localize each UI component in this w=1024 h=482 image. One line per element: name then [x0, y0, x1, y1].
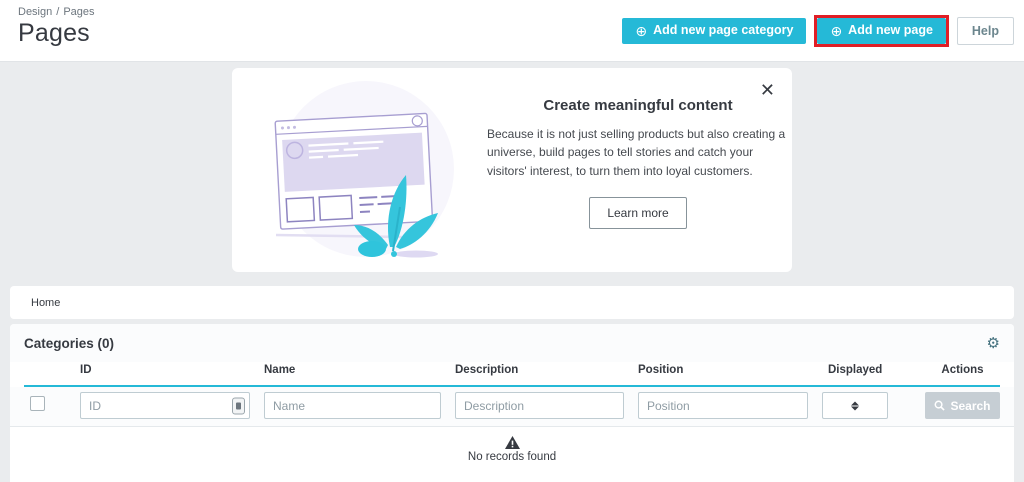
search-icon [934, 400, 945, 411]
empty-state: No records found [10, 427, 1014, 463]
select-all-checkbox[interactable] [30, 396, 45, 411]
search-button-label: Search [950, 399, 990, 413]
breadcrumb-current: Pages [63, 6, 94, 18]
add-new-page-category-button[interactable]: ⊕ Add new page category [622, 18, 806, 44]
header-actions: ⊕ Add new page category ⊕ Add new page H… [622, 17, 1014, 45]
filter-row-wrap: Search [10, 387, 1014, 427]
add-new-page-label: Add new page [848, 24, 933, 38]
add-new-page-button[interactable]: ⊕ Add new page [817, 18, 945, 44]
notice-content: Create meaningful content Because it is … [469, 97, 825, 244]
close-icon[interactable]: ✕ [760, 83, 775, 97]
position-filter-input[interactable] [638, 392, 808, 419]
categories-panel-title: Categories (0) [24, 336, 114, 351]
description-filter-input[interactable] [455, 392, 624, 419]
notice-title: Create meaningful content [487, 97, 789, 114]
column-header-actions: Actions [925, 364, 1000, 376]
displayed-filter-select[interactable] [822, 392, 888, 419]
id-filter-input[interactable] [80, 392, 250, 419]
home-label: Home [31, 297, 60, 309]
page-header: Design/Pages Pages ⊕ Add new page catego… [0, 0, 1024, 62]
column-header-id: ID [80, 364, 264, 376]
category-tree-home-item[interactable]: Home [10, 286, 1014, 319]
breadcrumb-parent[interactable]: Design [18, 6, 52, 18]
add-new-page-category-label: Add new page category [653, 24, 793, 38]
search-button[interactable]: Search [925, 392, 1000, 419]
notice-card: Create meaningful content Because it is … [232, 68, 792, 272]
plus-circle-icon: ⊕ [830, 24, 842, 38]
categories-panel: Categories (0) ⚙ ID Name Description Pos… [10, 324, 1014, 482]
number-stepper-icon[interactable] [232, 397, 245, 414]
learn-more-button[interactable]: Learn more [589, 197, 686, 229]
column-header-displayed: Displayed [822, 364, 925, 376]
name-filter-input[interactable] [264, 392, 441, 419]
pages-illustration [254, 79, 469, 261]
breadcrumb-separator: / [56, 6, 59, 18]
help-button[interactable]: Help [957, 17, 1014, 45]
filter-row: Search [24, 392, 1000, 419]
column-header-name: Name [264, 364, 455, 376]
warning-icon [505, 436, 520, 449]
column-header-position: Position [638, 364, 822, 376]
plus-circle-icon: ⊕ [635, 24, 647, 38]
column-header-description: Description [455, 364, 638, 376]
table-header-row: ID Name Description Position Displayed A… [24, 364, 1000, 387]
select-arrows-icon [851, 401, 859, 410]
empty-message: No records found [10, 451, 1014, 463]
notice-body: Because it is not just selling products … [487, 125, 789, 181]
annotation-highlight: ⊕ Add new page [817, 18, 945, 44]
categories-panel-header: Categories (0) ⚙ [10, 324, 1014, 362]
gear-icon[interactable]: ⚙ [987, 336, 1000, 351]
